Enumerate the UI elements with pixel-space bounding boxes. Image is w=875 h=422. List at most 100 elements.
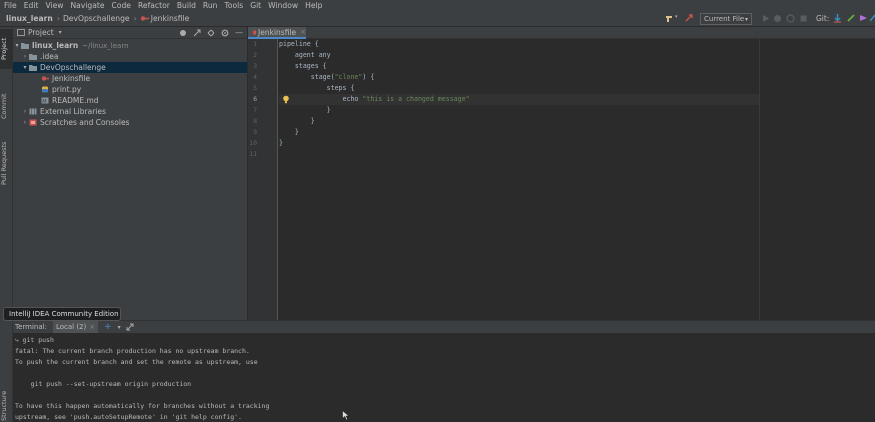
left-tool-strip: Project Commit Pull Requests Structure	[0, 27, 13, 422]
menu-edit[interactable]: Edit	[24, 1, 39, 10]
menu-run[interactable]: Run	[203, 1, 218, 10]
tree-item-label: print.py	[52, 85, 82, 94]
git-update-icon[interactable]	[833, 13, 842, 23]
menu-file[interactable]: File	[4, 1, 17, 10]
tooltip-text: IntelliJ IDEA Community Edition	[9, 310, 119, 318]
close-icon[interactable]: ×	[300, 28, 306, 36]
code-editor[interactable]: pipeline { agent any stages { stage("clo…	[279, 39, 875, 320]
code-line: steps {	[279, 84, 355, 92]
select-opened-file-icon[interactable]	[179, 29, 187, 37]
expand-icon[interactable]	[126, 323, 134, 331]
project-panel-header: Project ▾ —	[13, 27, 247, 39]
tree-item-label: External Libraries	[40, 107, 106, 116]
tree-item-external-libraries[interactable]: › External Libraries	[13, 106, 247, 117]
run-configuration-select[interactable]: Current File ▾	[700, 13, 752, 25]
history-icon[interactable]	[870, 13, 875, 23]
app-tooltip: IntelliJ IDEA Community Edition	[3, 307, 121, 321]
mouse-cursor-icon	[342, 410, 350, 421]
editor-tab-label: Jenkinsfile	[258, 27, 297, 37]
terminal-header: Terminal: Local (2) × + ▾	[13, 321, 875, 333]
terminal-tab-label: Local (2)	[55, 323, 87, 331]
code-line: }	[279, 117, 315, 125]
line-number: 6	[253, 96, 257, 103]
tree-item-label: README.md	[52, 96, 99, 105]
menu-refactor[interactable]: Refactor	[138, 1, 170, 10]
line-number: 2	[253, 52, 257, 59]
expand-all-icon[interactable]	[193, 29, 201, 37]
tool-tab-pull-requests[interactable]: Pull Requests	[0, 137, 13, 189]
build-hammer-icon[interactable]	[664, 14, 674, 23]
jenkins-file-icon	[140, 16, 149, 21]
tool-tab-commit[interactable]: Commit	[0, 91, 13, 121]
dropdown-arrow-icon[interactable]: ▾	[675, 14, 678, 20]
tree-item-jenkinsfile[interactable]: Jenkinsfile	[13, 73, 247, 84]
chevron-down-icon[interactable]: ▾	[59, 29, 62, 36]
gear-icon[interactable]	[221, 29, 229, 37]
terminal-line: git push --set-upstream origin productio…	[15, 380, 192, 388]
menu-window[interactable]: Window	[268, 1, 298, 10]
tree-item-label: Jenkinsfile	[52, 74, 91, 83]
chevron-right-icon: ›	[56, 14, 60, 23]
coverage-icon[interactable]	[786, 14, 795, 23]
chevron-right-icon: ›	[23, 53, 27, 60]
menu-help[interactable]: Help	[305, 1, 322, 10]
line-number: 11	[249, 151, 257, 158]
git-commit-icon[interactable]	[846, 13, 855, 23]
editor-gutter: 1 2 3 4 5 6 7 8 9 10 11	[248, 39, 278, 320]
menu-build[interactable]: Build	[177, 1, 196, 10]
chevron-down-icon[interactable]: ▾	[118, 324, 121, 331]
menu-git[interactable]: Git	[250, 1, 261, 10]
terminal-label: Terminal:	[15, 323, 47, 331]
tree-item-label: .idea	[40, 52, 59, 61]
tree-item-idea[interactable]: › .idea	[13, 51, 247, 62]
code-line: agent any	[279, 51, 331, 59]
project-view-icon	[17, 29, 25, 36]
stop-icon[interactable]	[799, 14, 808, 23]
git-push-icon[interactable]	[859, 13, 868, 23]
breadcrumb-folder[interactable]: DevOpschallenge	[63, 14, 130, 23]
run-icon[interactable]	[761, 14, 770, 23]
tree-item-devopschallenge[interactable]: ▾ DevOpschallenge	[13, 62, 247, 73]
collapse-all-icon[interactable]	[207, 29, 215, 37]
line-number: 7	[253, 107, 257, 114]
folder-icon	[21, 43, 29, 49]
line-number: 1	[253, 41, 257, 48]
tree-item-path: ~/linux_learn	[82, 41, 129, 50]
editor-tab-jenkinsfile[interactable]: Jenkinsfile ×	[248, 27, 306, 39]
tree-item-scratches[interactable]: › Scratches and Consoles	[13, 117, 247, 128]
hide-panel-icon[interactable]: —	[235, 28, 243, 37]
menu-code[interactable]: Code	[112, 1, 131, 10]
chevron-down-icon: ▾	[15, 42, 19, 49]
code-line: pipeline {	[279, 40, 319, 48]
tree-item-readme[interactable]: M README.md	[13, 95, 247, 106]
tool-tab-project[interactable]: Project	[0, 29, 13, 69]
folder-icon	[29, 54, 37, 60]
tool-tab-structure[interactable]: Structure	[0, 389, 13, 422]
run-configuration-label: Current File	[704, 15, 745, 23]
tree-item-label: DevOpschallenge	[40, 63, 106, 72]
terminal-tab-local[interactable]: Local (2) ×	[52, 321, 99, 333]
chevron-down-icon: ▾	[23, 64, 27, 71]
chevron-right-icon: ›	[23, 119, 27, 126]
folder-icon	[29, 65, 37, 71]
chevron-right-icon: ›	[133, 14, 137, 23]
menu-tools[interactable]: Tools	[224, 1, 243, 10]
code-line: }	[279, 128, 299, 136]
line-number: 5	[253, 85, 257, 92]
menu-navigate[interactable]: Navigate	[70, 1, 104, 10]
line-number: 10	[249, 140, 257, 147]
breadcrumb-project[interactable]: linux_learn	[6, 14, 53, 23]
chevron-down-icon: ▾	[744, 16, 748, 23]
debug-icon[interactable]	[773, 14, 782, 23]
terminal-line: upstream, see 'push.autoSetupRemote' in …	[15, 413, 242, 421]
close-icon[interactable]: ×	[89, 323, 95, 331]
breadcrumb-file[interactable]: Jenkinsfile	[151, 14, 190, 23]
add-terminal-icon[interactable]: +	[104, 322, 112, 332]
tree-item-print-py[interactable]: print.py	[13, 84, 247, 95]
line-number: 3	[253, 63, 257, 70]
project-panel-title[interactable]: Project	[28, 28, 54, 37]
menu-view[interactable]: View	[45, 1, 63, 10]
tree-item-linux-learn[interactable]: ▾ linux_learn ~/linux_learn	[13, 40, 247, 51]
add-config-icon[interactable]	[684, 13, 694, 23]
tool-tab-project-label: Project	[0, 37, 8, 61]
